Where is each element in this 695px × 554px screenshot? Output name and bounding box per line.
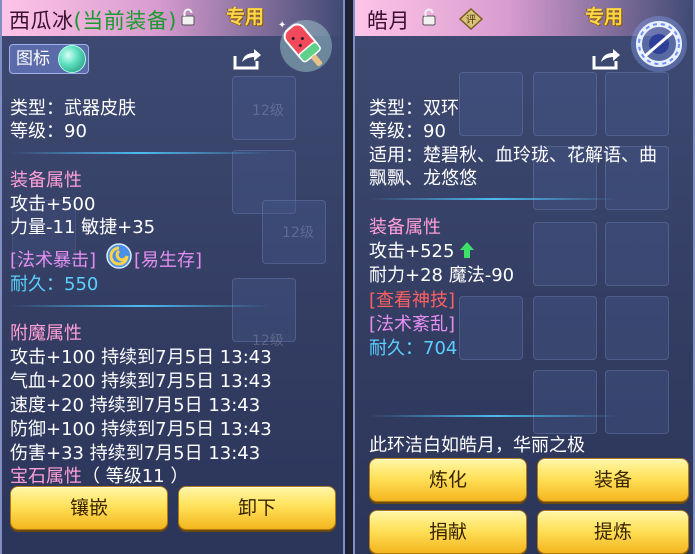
- rating-badge-icon[interactable]: 评: [459, 8, 483, 30]
- section-divider: [10, 152, 270, 154]
- icon-orb[interactable]: [58, 45, 86, 73]
- exclusive-label: 专用: [226, 6, 265, 28]
- gem-attr-row: 宝石属性（ 等级11 ）: [10, 462, 188, 488]
- skill-spell-crit[interactable]: [法术暴击]: [10, 246, 96, 272]
- equipped-label: (当前装备): [73, 9, 177, 33]
- enchant-line: 速度+20 持续到7月5日 13:43: [10, 395, 261, 416]
- enchant-line: 防御+100 持续到7月5日 13:43: [10, 419, 272, 440]
- inlay-button[interactable]: 镶嵌: [10, 486, 168, 530]
- share-icon[interactable]: [232, 46, 262, 72]
- section-divider: [369, 415, 619, 417]
- enchant-line: 气血+200 持续到7月5日 13:43: [10, 371, 272, 392]
- lock-icon[interactable]: [421, 8, 437, 26]
- enchant-attr-title: 附魔属性: [10, 323, 82, 344]
- magic-swirl-icon: [106, 243, 132, 269]
- share-icon[interactable]: [591, 46, 621, 72]
- attr-str-agi: 力量-11 敏捷+35: [10, 217, 156, 238]
- unequip-button[interactable]: 卸下: [178, 486, 336, 530]
- enchant-line: 攻击+100 持续到7月5日 13:43: [10, 347, 272, 368]
- gem-attr-title: 宝石属性: [10, 466, 82, 487]
- attr-sta-mag: 耐力+28 魔法-90: [369, 265, 515, 286]
- applicable-line: 飘飘、龙悠悠: [369, 168, 477, 189]
- item-description: 此环洁白如皓月，华丽之极: [369, 435, 585, 456]
- rating-badge-text: 评: [466, 14, 476, 26]
- extract-button[interactable]: 提炼: [537, 510, 689, 554]
- item-level: 等级：90: [369, 121, 446, 142]
- item-level: 等级：90: [10, 121, 87, 142]
- equip-attr-title: 装备属性: [10, 170, 82, 191]
- section-divider: [369, 198, 619, 200]
- durability: 耐久：704: [369, 338, 458, 359]
- item-title: 西瓜冰(当前装备): [9, 9, 177, 33]
- item-detail-panel-left: 12级 12级 12级 西瓜冰(当前装备) 专用 ✦ 图标 类型：武器皮肤 等级…: [0, 0, 345, 554]
- section-divider: [10, 305, 270, 307]
- equip-attr-title: 装备属性: [369, 217, 441, 238]
- exclusive-label: 专用: [585, 6, 624, 28]
- durability: 耐久：550: [10, 274, 99, 295]
- watermelon-ice-weapon-icon: ✦: [278, 20, 332, 72]
- gem-level: （ 等级11 ）: [82, 466, 189, 487]
- skill-survive[interactable]: [易生存]: [134, 246, 202, 272]
- attr-attack: 攻击+525: [369, 237, 475, 263]
- donate-button[interactable]: 捐献: [369, 510, 527, 554]
- equip-button[interactable]: 装备: [537, 458, 689, 502]
- refine-button[interactable]: 炼化: [369, 458, 527, 502]
- item-detail-panel-right: 皓月 评 专用 类型：双环 等级：90 适用：楚碧秋、血玲珑、花解语、曲 飘飘、…: [353, 0, 695, 554]
- up-arrow-icon: [460, 242, 475, 258]
- lock-icon[interactable]: [180, 8, 196, 26]
- item-title: 皓月: [367, 9, 410, 33]
- skill-spell-chaos[interactable]: [法术紊乱]: [369, 310, 455, 336]
- svg-text:✦: ✦: [278, 20, 286, 31]
- view-divine-skill[interactable]: [查看神技]: [369, 286, 455, 312]
- moon-ring-icon: [631, 16, 687, 72]
